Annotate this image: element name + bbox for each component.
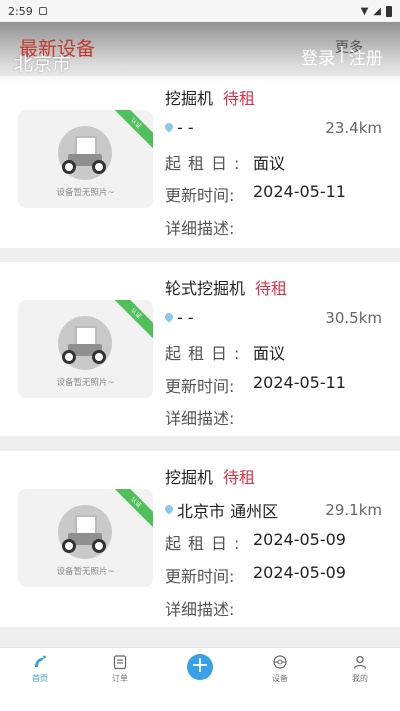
- notification-icon: [38, 7, 47, 15]
- tab-equipment[interactable]: 设备: [240, 648, 320, 687]
- distance-text: 30.5km: [325, 308, 382, 327]
- clock: 2:59: [8, 4, 33, 18]
- login-link[interactable]: 登录: [301, 44, 335, 69]
- update-time-row: 更新时间: 2024-05-09: [165, 563, 346, 587]
- location-row: 北京市 通州区 29.1km: [165, 498, 382, 522]
- tab-label: 订单: [112, 674, 128, 683]
- wheel-icon: [92, 350, 106, 364]
- wheel-icon: [62, 160, 76, 174]
- auth-separator: |: [339, 44, 345, 64]
- truck-icon: [75, 326, 97, 346]
- location-text: - -: [177, 118, 194, 137]
- update-time-value: 2024-05-11: [253, 182, 346, 201]
- update-time-row: 更新时间: 2024-05-11: [165, 182, 346, 206]
- equipment-photo-placeholder: 设备暂无照片~ 认证: [18, 110, 153, 208]
- status-bar: 2:59 ▼ ◢: [0, 0, 400, 22]
- equipment-icon: [273, 655, 287, 669]
- location-pin-icon: [165, 505, 173, 515]
- home-icon: [35, 655, 46, 667]
- equipment-name: 挖掘机: [165, 89, 214, 108]
- equipment-name-row: 挖掘机 待租: [165, 464, 255, 488]
- update-time-label: 更新时间:: [165, 567, 235, 586]
- location-row: - - 23.4km: [165, 118, 382, 137]
- start-date-label: 起租日:: [165, 344, 247, 363]
- truck-icon: [75, 515, 97, 535]
- equipment-card[interactable]: 设备暂无照片~ 认证 轮式挖掘机 待租 - - 30.5km 起租日: 面议 更…: [0, 262, 400, 436]
- bottom-tab-bar: 首页 订单 + 设备 我的: [0, 647, 400, 687]
- battery-icon: [386, 5, 392, 17]
- update-time-value: 2024-05-09: [253, 563, 346, 582]
- tab-label: 设备: [272, 674, 288, 683]
- start-date-row: 起租日: 2024-05-09: [165, 530, 346, 554]
- tab-profile[interactable]: 我的: [320, 648, 400, 687]
- wheel-icon: [92, 539, 106, 553]
- start-date-row: 起租日: 面议: [165, 150, 285, 174]
- description-row: 详细描述:: [165, 215, 253, 239]
- tab-label: 我的: [352, 674, 368, 683]
- start-date-row: 起租日: 面议: [165, 340, 285, 364]
- tab-orders[interactable]: 订单: [80, 648, 160, 687]
- start-date-value: 面议: [253, 344, 286, 363]
- distance-text: 23.4km: [325, 118, 382, 137]
- start-date-value: 面议: [253, 154, 286, 173]
- certified-ribbon: 认证: [107, 110, 153, 153]
- no-photo-text: 设备暂无照片~: [56, 188, 115, 198]
- tab-add[interactable]: +: [160, 648, 240, 687]
- equipment-card[interactable]: 设备暂无照片~ 认证 挖掘机 待租 - - 23.4km 起租日: 面议 更新时…: [0, 76, 400, 248]
- description-row: 详细描述:: [165, 596, 253, 620]
- equipment-name-row: 轮式挖掘机 待租: [165, 275, 287, 299]
- equipment-photo-placeholder: 设备暂无照片~ 认证: [18, 489, 153, 587]
- update-time-value: 2024-05-11: [253, 373, 346, 392]
- auth-links: 登录 | 注册: [301, 44, 383, 69]
- update-time-row: 更新时间: 2024-05-11: [165, 373, 346, 397]
- status-badge: 待租: [223, 468, 256, 487]
- tab-label: 首页: [32, 674, 48, 683]
- certified-ribbon: 认证: [107, 489, 153, 532]
- location-row: - - 30.5km: [165, 308, 382, 327]
- wifi-icon: ▼: [360, 5, 369, 17]
- start-date-label: 起租日:: [165, 154, 247, 173]
- truck-icon: [75, 136, 97, 156]
- no-photo-text: 设备暂无照片~: [56, 567, 115, 577]
- description-row: 详细描述:: [165, 405, 253, 429]
- city-selector[interactable]: 北京市: [14, 49, 71, 76]
- equipment-name-row: 挖掘机 待租: [165, 85, 255, 109]
- system-nav-bar: [0, 687, 400, 711]
- description-label: 详细描述:: [165, 600, 235, 619]
- equipment-name: 挖掘机: [165, 468, 214, 487]
- distance-text: 29.1km: [325, 501, 382, 519]
- no-photo-text: 设备暂无照片~: [56, 378, 115, 388]
- wheel-icon: [92, 160, 106, 174]
- start-date-value: 2024-05-09: [253, 530, 346, 549]
- order-icon: [113, 655, 127, 670]
- plus-icon: +: [187, 654, 213, 680]
- update-time-label: 更新时间:: [165, 186, 235, 205]
- register-link[interactable]: 注册: [349, 44, 383, 69]
- equipment-name: 轮式挖掘机: [165, 279, 246, 298]
- location-text: - -: [177, 308, 194, 327]
- equipment-card[interactable]: 设备暂无照片~ 认证 挖掘机 待租 北京市 通州区 29.1km 起租日: 20…: [0, 451, 400, 627]
- signal-icon: ◢: [373, 5, 381, 17]
- location-pin-icon: [165, 313, 173, 323]
- wheel-icon: [62, 539, 76, 553]
- wheel-icon: [62, 350, 76, 364]
- certified-ribbon: 认证: [107, 300, 153, 343]
- system-icons: ▼ ◢: [360, 5, 392, 17]
- description-label: 详细描述:: [165, 219, 235, 238]
- status-badge: 待租: [223, 89, 256, 108]
- update-time-label: 更新时间:: [165, 377, 235, 396]
- status-badge: 待租: [255, 279, 288, 298]
- start-date-label: 起租日:: [165, 534, 247, 553]
- equipment-photo-placeholder: 设备暂无照片~ 认证: [18, 300, 153, 398]
- location-pin-icon: [165, 123, 173, 133]
- user-icon: [353, 655, 367, 669]
- description-label: 详细描述:: [165, 409, 235, 428]
- location-text: 北京市 通州区: [177, 502, 279, 521]
- tab-home[interactable]: 首页: [0, 648, 80, 687]
